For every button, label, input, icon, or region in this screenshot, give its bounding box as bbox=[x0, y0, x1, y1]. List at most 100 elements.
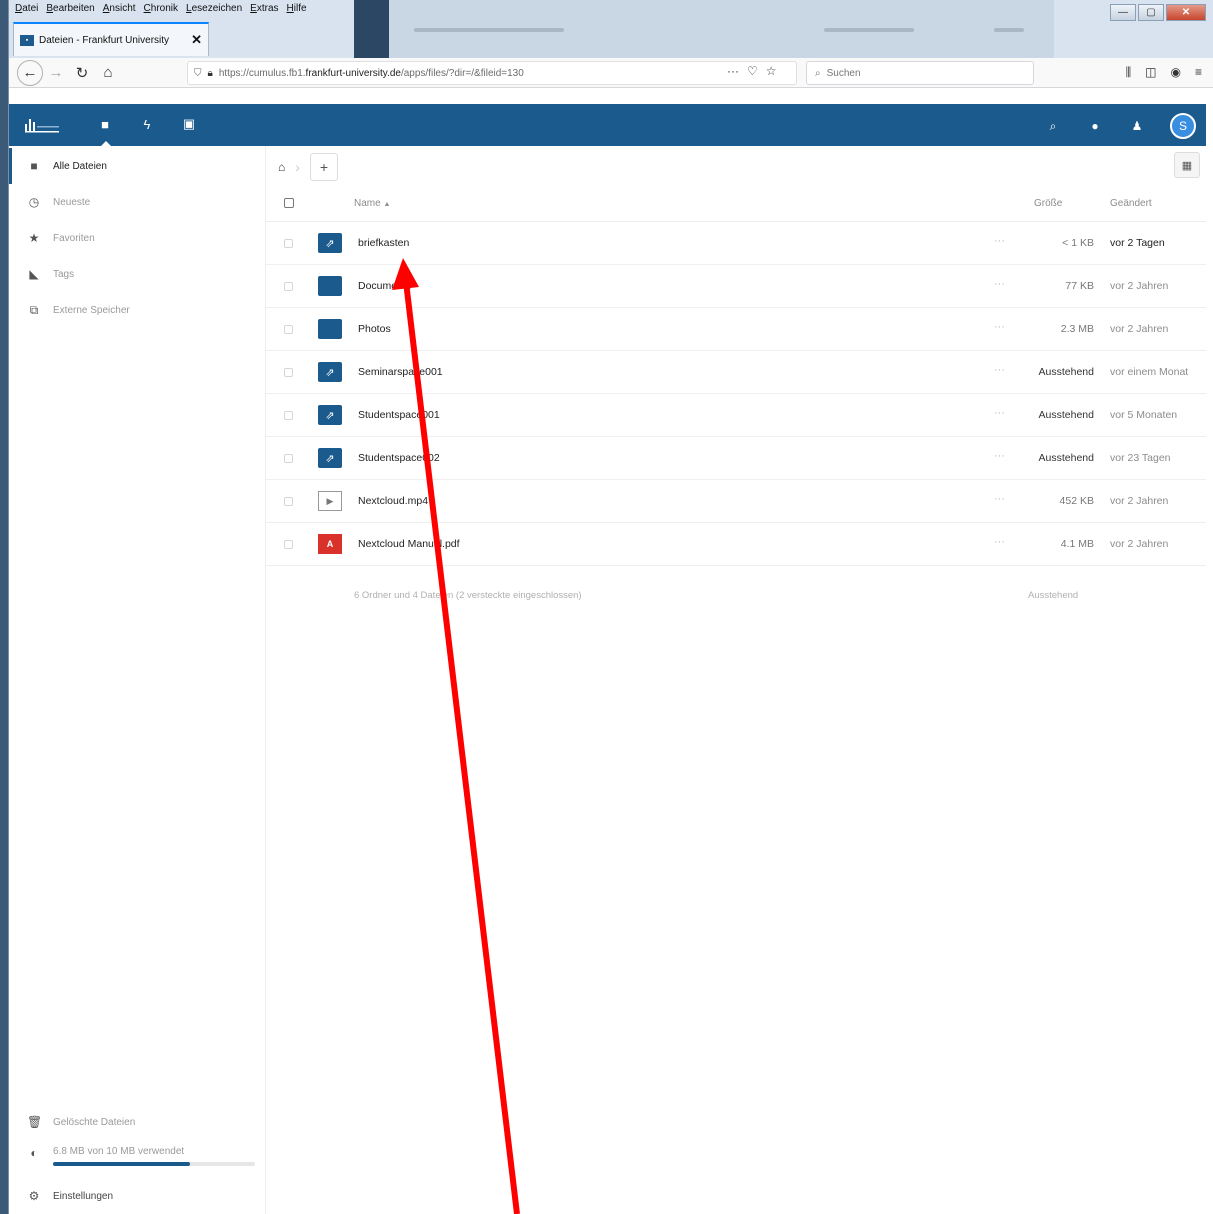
sidebar-item-deleted-files[interactable]: 🗑︎ Gelöschte Dateien bbox=[9, 1104, 266, 1140]
library-icon[interactable]: ⫼ bbox=[1126, 65, 1132, 80]
table-row[interactable]: ⇗ Seminarspace001 ··· Ausstehend vor einem M… bbox=[266, 351, 1206, 394]
favicon-icon: ▪ bbox=[20, 34, 34, 46]
more-actions-icon[interactable]: ··· bbox=[994, 364, 1005, 376]
sidebar-item-recent[interactable]: ◷ Neueste bbox=[9, 184, 266, 220]
search-bar[interactable]: ⌕ Suchen bbox=[806, 61, 1034, 85]
file-size: 4.1 MB bbox=[1060, 538, 1094, 550]
files-app-icon[interactable]: ■ bbox=[95, 114, 115, 146]
sidebar-item-tags[interactable]: ◣ Tags bbox=[9, 256, 266, 292]
sidebar-item-label: Einstellungen bbox=[53, 1190, 114, 1202]
sidebar-item-all-files[interactable]: ■ Alle Dateien bbox=[9, 148, 266, 184]
menu-ansicht[interactable]: Ansicht bbox=[103, 3, 136, 19]
search-placeholder: Suchen bbox=[826, 67, 861, 79]
menu-hilfe[interactable]: Hilfe bbox=[287, 3, 307, 19]
grid-view-toggle-icon[interactable]: ▦ bbox=[1174, 152, 1200, 178]
table-row[interactable]: ⇗ Studentspace002 ··· Ausstehend vor 23 Tage… bbox=[266, 437, 1206, 480]
more-actions-icon[interactable]: ··· bbox=[994, 493, 1005, 505]
file-list-area: ⌂ › + ▦ Name ▲ Größe Geändert ⇗ briefkast… bbox=[266, 146, 1206, 1214]
bookmark-star-icon[interactable]: ☆ bbox=[766, 64, 777, 78]
other-windows-blurred bbox=[354, 0, 1054, 58]
tab-close-icon[interactable]: ✕ bbox=[191, 32, 202, 48]
shared-icon: ⇗ bbox=[318, 448, 342, 468]
file-name[interactable]: Documents bbox=[358, 280, 411, 292]
table-row[interactable]: Photos ··· 2.3 MB vor 2 Jahren bbox=[266, 308, 1206, 351]
file-name[interactable]: Studentspace001 bbox=[358, 409, 440, 421]
menu-chronik[interactable]: Chronik bbox=[144, 3, 178, 19]
more-actions-icon[interactable]: ··· bbox=[994, 536, 1005, 548]
table-row[interactable]: Documents ··· 77 KB vor 2 Jahren bbox=[266, 265, 1206, 308]
avatar[interactable]: S bbox=[1170, 113, 1196, 139]
minimize-button[interactable]: — bbox=[1110, 4, 1136, 21]
sidebar-item-label: Neueste bbox=[53, 196, 91, 208]
reload-icon[interactable]: ↻ bbox=[69, 60, 95, 86]
toolbar-right: ⫼ ◫ ◉ ≡ bbox=[1126, 65, 1202, 80]
add-new-button[interactable]: + bbox=[309, 153, 338, 181]
row-checkbox[interactable] bbox=[284, 411, 293, 420]
table-row[interactable]: ▶ Nextcloud.mp4 ··· 452 KB vor 2 Jahren bbox=[266, 480, 1206, 523]
menu-bar: Datei Bearbeiten Ansicht Chronik Lesezei… bbox=[15, 3, 307, 19]
forward-arrow-icon[interactable]: → bbox=[43, 60, 69, 86]
column-modified[interactable]: Geändert bbox=[1110, 198, 1152, 209]
table-row[interactable]: A Nextcloud Manual.pdf ··· 4.1 MB vor 2 Jahr… bbox=[266, 523, 1206, 566]
more-actions-icon[interactable]: ··· bbox=[994, 450, 1005, 462]
table-row[interactable]: ⇗ briefkasten ··· < 1 KB vor 2 Tagen bbox=[266, 222, 1206, 265]
more-actions-icon[interactable]: ··· bbox=[994, 235, 1005, 247]
file-name[interactable]: Nextcloud Manual.pdf bbox=[358, 538, 460, 550]
select-all-checkbox[interactable] bbox=[284, 198, 294, 208]
notifications-icon[interactable]: ● bbox=[1086, 119, 1104, 133]
sidebar-item-label: Tags bbox=[53, 268, 75, 280]
file-name[interactable]: Seminarspace001 bbox=[358, 366, 443, 378]
file-modified: vor 2 Jahren bbox=[1110, 323, 1169, 335]
header-right: ⌕ ● ♟ S bbox=[1044, 113, 1196, 139]
file-name[interactable]: Studentspace002 bbox=[358, 452, 440, 464]
file-name[interactable]: Nextcloud.mp4 bbox=[358, 495, 428, 507]
sidebar-item-favorites[interactable]: ★ Favoriten bbox=[9, 220, 266, 256]
row-checkbox[interactable] bbox=[284, 540, 293, 549]
menu-bearbeiten[interactable]: Bearbeiten bbox=[46, 3, 94, 19]
home-icon[interactable]: ⌂ bbox=[278, 160, 285, 174]
row-checkbox[interactable] bbox=[284, 282, 293, 291]
maximize-button[interactable]: ▢ bbox=[1138, 4, 1164, 21]
row-checkbox[interactable] bbox=[284, 368, 293, 377]
app-menu: ■ ϟ ▣ bbox=[95, 114, 199, 146]
row-checkbox[interactable] bbox=[284, 454, 293, 463]
sidebar-toggle-icon[interactable]: ◫ bbox=[1145, 65, 1156, 80]
activity-app-icon[interactable]: ϟ bbox=[137, 114, 157, 134]
browser-tab[interactable]: ▪ Dateien - Frankfurt University ✕ bbox=[13, 22, 209, 56]
contacts-icon[interactable]: ♟ bbox=[1128, 119, 1146, 133]
quota-info: ◐ 6.8 MB von 10 MB verwendet bbox=[9, 1138, 266, 1174]
row-checkbox[interactable] bbox=[284, 239, 293, 248]
menu-extras[interactable]: Extras bbox=[250, 3, 278, 19]
account-icon[interactable]: ◉ bbox=[1171, 65, 1181, 80]
more-actions-icon[interactable]: ··· bbox=[994, 321, 1005, 333]
sidebar-item-settings[interactable]: ⚙ Einstellungen bbox=[9, 1178, 266, 1214]
hamburger-menu-icon[interactable]: ≡ bbox=[1195, 65, 1202, 80]
file-size: 452 KB bbox=[1059, 495, 1094, 507]
quota-progress-bar bbox=[53, 1162, 255, 1166]
menu-datei[interactable]: Datei bbox=[15, 3, 38, 19]
row-checkbox[interactable] bbox=[284, 497, 293, 506]
home-icon[interactable]: ⌂ bbox=[95, 60, 121, 86]
url-text: https://cumulus.fb1.frankfurt-university… bbox=[218, 67, 524, 79]
logo-icon[interactable] bbox=[23, 116, 63, 134]
window-close-button[interactable]: ✕ bbox=[1166, 4, 1206, 21]
more-actions-icon[interactable]: ··· bbox=[994, 278, 1005, 290]
column-name[interactable]: Name ▲ bbox=[354, 198, 390, 209]
more-actions-icon[interactable]: ··· bbox=[994, 407, 1005, 419]
sidebar-item-external-storage[interactable]: ⧉ Externe Speicher bbox=[9, 292, 266, 328]
pocket-icon[interactable]: ♡ bbox=[747, 64, 758, 78]
menu-lesezeichen[interactable]: Lesezeichen bbox=[186, 3, 242, 19]
column-size[interactable]: Größe bbox=[1034, 198, 1062, 209]
table-row[interactable]: ⇗ Studentspace001 ··· Ausstehend vor 5 Monat… bbox=[266, 394, 1206, 437]
url-bar[interactable]: ⛉ 🔒︎ https://cumulus.fb1.frankfurt-unive… bbox=[187, 61, 797, 85]
file-modified: vor 2 Jahren bbox=[1110, 495, 1169, 507]
file-name[interactable]: briefkasten bbox=[358, 237, 409, 249]
file-name[interactable]: Photos bbox=[358, 323, 391, 335]
row-checkbox[interactable] bbox=[284, 325, 293, 334]
file-modified: vor 5 Monaten bbox=[1110, 409, 1178, 421]
page-actions-icon[interactable]: ··· bbox=[727, 64, 739, 78]
gallery-app-icon[interactable]: ▣ bbox=[179, 114, 199, 134]
search-icon[interactable]: ⌕ bbox=[1044, 119, 1062, 134]
back-arrow-icon[interactable]: ← bbox=[17, 59, 43, 86]
tab-title: Dateien - Frankfurt University bbox=[39, 34, 170, 46]
